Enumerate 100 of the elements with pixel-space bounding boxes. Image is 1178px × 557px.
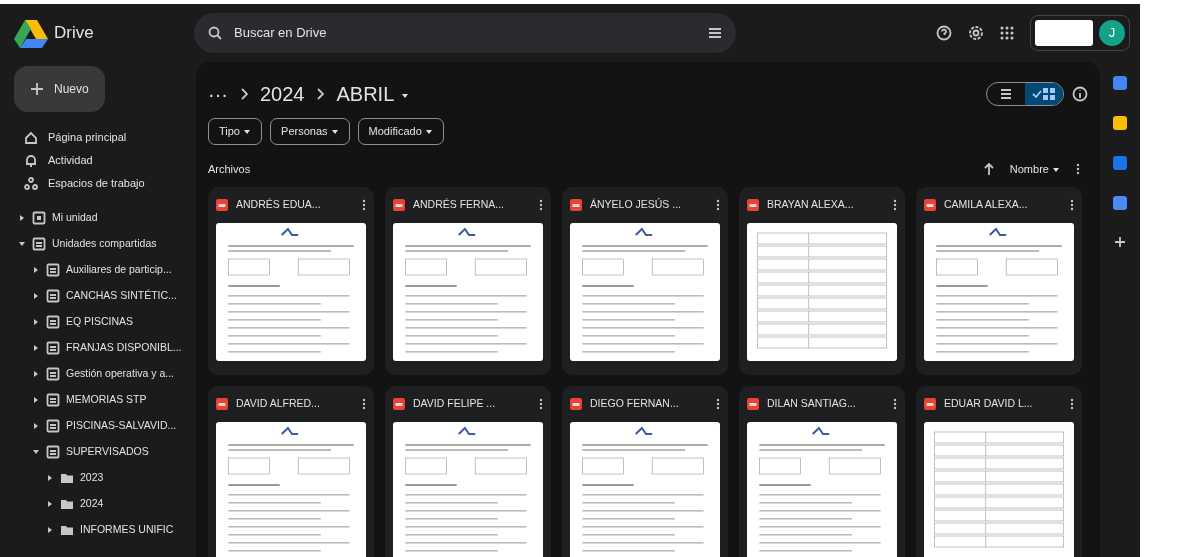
file-card[interactable]: BRAYAN ALEXA... [739, 187, 905, 375]
pdf-file-icon [747, 199, 759, 211]
more-options-icon[interactable] [1070, 398, 1074, 410]
file-card[interactable]: ANDRÉS EDUA... [208, 187, 374, 375]
nav-item[interactable]: Espacios de trabajo [14, 172, 188, 195]
tree-item[interactable]: SUPERVISADOS [14, 439, 188, 465]
shared-drive-icon [46, 419, 60, 433]
pdf-file-icon [570, 199, 582, 211]
tree-item[interactable]: Mi unidad [14, 205, 188, 231]
file-card[interactable]: DIEGO FERNAN... [562, 386, 728, 557]
expand-caret-icon[interactable] [18, 240, 26, 248]
expand-caret-icon[interactable] [46, 500, 54, 508]
filter-chip[interactable]: Tipo [208, 118, 263, 145]
filter-chip[interactable]: Modificado [357, 118, 444, 145]
more-options-icon[interactable] [539, 398, 543, 410]
new-button[interactable]: Nuevo [14, 66, 105, 112]
tree-item[interactable]: 2024 [14, 491, 188, 517]
expand-caret-icon[interactable] [32, 344, 40, 352]
sort-button[interactable]: Nombre [1009, 160, 1060, 177]
tree-item[interactable]: 2023 [14, 465, 188, 491]
more-options-icon[interactable] [1070, 199, 1074, 211]
drive-icon [32, 211, 46, 225]
folder-icon [60, 523, 74, 537]
expand-caret-icon[interactable] [46, 474, 54, 482]
pdf-file-icon [216, 199, 228, 211]
more-options-icon[interactable] [716, 199, 720, 211]
chevron-right-icon [316, 88, 325, 100]
file-card[interactable]: DILAN SANTIAG... [739, 386, 905, 557]
file-name: EDUAR DAVID L... [944, 396, 1034, 412]
checkmark-icon [1032, 89, 1042, 99]
expand-caret-icon[interactable] [32, 422, 40, 430]
more-options-icon[interactable] [539, 199, 543, 211]
expand-caret-icon[interactable] [32, 448, 40, 456]
info-icon[interactable] [1072, 86, 1088, 102]
organization-logo [1035, 20, 1093, 46]
drive-logo-icon [14, 18, 48, 48]
file-name: BRAYAN ALEXA... [767, 197, 855, 213]
settings-icon[interactable] [968, 25, 984, 41]
breadcrumb-item[interactable]: ABRIL [336, 79, 411, 109]
file-name: ANDRÉS EDUA... [236, 197, 322, 213]
more-options-icon[interactable] [716, 398, 720, 410]
nav-item[interactable]: Actividad [14, 149, 188, 172]
tree-item[interactable]: EQ PISCINAS [14, 309, 188, 335]
more-options-icon[interactable] [893, 199, 897, 211]
grid-view-icon[interactable] [1042, 87, 1056, 101]
shared-drive-icon [46, 341, 60, 355]
tree-item[interactable]: Unidades compartidas [14, 231, 188, 257]
tree-item[interactable]: Gestión operativa y a... [14, 361, 188, 387]
apps-grid-icon[interactable] [1000, 26, 1014, 40]
pdf-file-icon [924, 199, 936, 211]
tree-item[interactable]: MEMORIAS STP [14, 387, 188, 413]
section-title: Archivos [208, 161, 251, 177]
file-card[interactable]: ÁNYELO JESÚS ... [562, 187, 728, 375]
pdf-file-icon [924, 398, 936, 410]
expand-caret-icon[interactable] [32, 292, 40, 300]
list-view-icon[interactable] [999, 87, 1013, 101]
expand-caret-icon[interactable] [46, 526, 54, 534]
file-card[interactable]: EDUAR DAVID L... [916, 386, 1082, 557]
plus-icon[interactable] [1114, 236, 1126, 248]
search-field[interactable]: Buscar en Drive [232, 22, 698, 44]
pdf-file-icon [216, 398, 228, 410]
shared-drive-icon [46, 393, 60, 407]
shared-drive-icon [32, 237, 46, 251]
home-icon [24, 130, 38, 145]
sort-direction-arrow-icon[interactable] [983, 162, 994, 175]
expand-caret-icon[interactable] [32, 370, 40, 378]
expand-caret-icon[interactable] [18, 214, 26, 222]
file-name: DILAN SANTIAG... [767, 396, 857, 412]
search-bar[interactable]: Buscar en Drive [194, 13, 736, 53]
shared-drive-icon [46, 263, 60, 277]
plus-icon [30, 82, 44, 96]
pdf-file-icon [747, 398, 759, 410]
file-name: ÁNYELO JESÚS ... [590, 197, 683, 213]
help-icon[interactable] [936, 25, 952, 41]
app-name: Drive [54, 22, 94, 45]
filter-chip[interactable]: Personas [270, 118, 350, 145]
shared-drive-icon [46, 315, 60, 329]
breadcrumb-item[interactable]: 2024 [260, 79, 305, 109]
tree-item[interactable]: FRANJAS DISPONIBL... [14, 335, 188, 361]
breadcrumb-item[interactable]: ··· [208, 79, 228, 109]
more-options-icon[interactable] [1076, 162, 1080, 175]
expand-caret-icon[interactable] [32, 266, 40, 274]
file-name: DIEGO FERNAN... [590, 396, 680, 412]
nav-item[interactable]: Página principal [14, 126, 188, 149]
expand-caret-icon[interactable] [32, 396, 40, 404]
file-name: DAVID ALFRED... [236, 396, 321, 412]
file-card[interactable]: ANDRÉS FERNA... [385, 187, 551, 375]
tree-item[interactable]: Auxiliares de particip... [14, 257, 188, 283]
search-icon [208, 26, 222, 40]
tree-item[interactable]: PISCINAS-SALVAVID... [14, 413, 188, 439]
tree-item[interactable]: INFORMES UNIFIC [14, 517, 188, 543]
tree-item[interactable]: CANCHAS SINTÉTIC... [14, 283, 188, 309]
more-options-icon[interactable] [362, 398, 366, 410]
more-options-icon[interactable] [893, 398, 897, 410]
expand-caret-icon[interactable] [32, 318, 40, 326]
file-card[interactable]: DAVID ALFRED... [208, 386, 374, 557]
file-card[interactable]: CAMILA ALEXA... [916, 187, 1082, 375]
more-options-icon[interactable] [362, 199, 366, 211]
file-card[interactable]: DAVID FELIPE ... [385, 386, 551, 557]
shared-drive-icon [46, 445, 60, 459]
